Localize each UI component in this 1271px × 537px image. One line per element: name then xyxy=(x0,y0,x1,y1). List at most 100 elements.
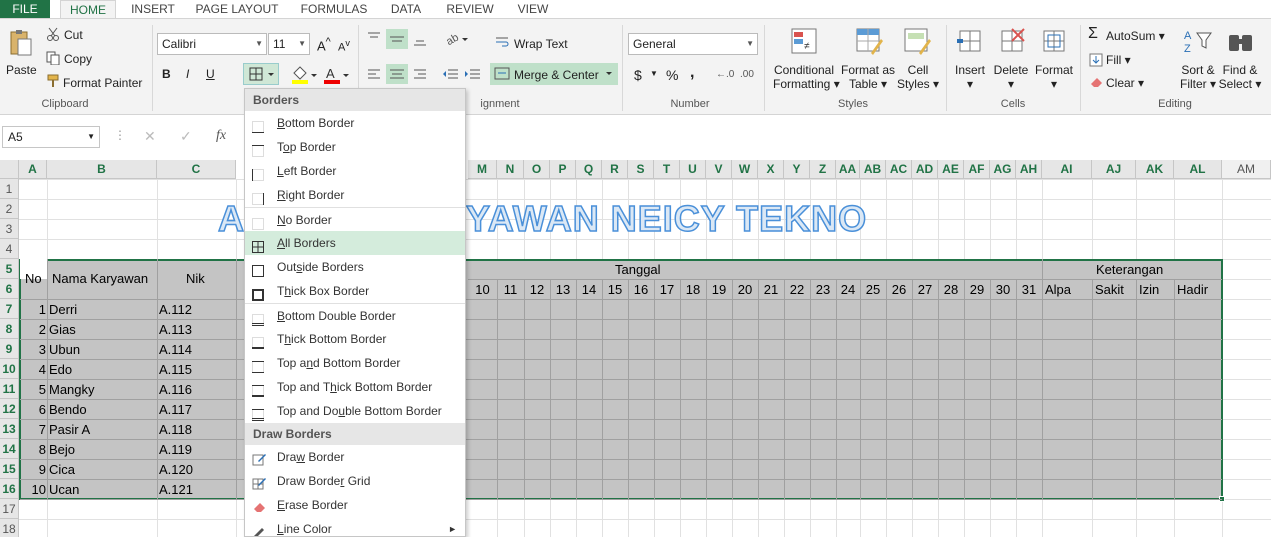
menu-item-outside-borders[interactable]: Outside Borders xyxy=(245,255,465,279)
menu-item-all-borders[interactable]: All Borders xyxy=(245,231,465,255)
copy-button[interactable]: Copy xyxy=(64,52,92,66)
menu-item-label: Draw Border xyxy=(277,450,345,464)
employee-no: 5 xyxy=(38,382,46,397)
cut-button[interactable]: Cut xyxy=(64,28,83,42)
tab-formulas[interactable]: FORMULAS xyxy=(294,0,374,18)
tab-page-layout[interactable]: PAGE LAYOUT xyxy=(190,0,284,18)
wrap-text-button[interactable]: Wrap Text xyxy=(514,37,568,51)
number-format-select[interactable]: General ▼ xyxy=(628,33,758,55)
conditional-formatting-button[interactable]: Conditional Formatting ▾ xyxy=(773,63,840,91)
tab-home[interactable]: HOME xyxy=(60,0,116,19)
underline-button[interactable]: U xyxy=(206,67,215,81)
increase-decimal-icon[interactable]: ←.0 xyxy=(716,69,734,80)
tab-review[interactable]: REVIEW xyxy=(440,0,500,18)
draw-border-icon xyxy=(252,450,266,466)
keterangan-header: Izin xyxy=(1139,282,1160,297)
orientation-icon[interactable]: ab xyxy=(444,31,470,50)
formula-bar-options-icon: ⋮ xyxy=(114,128,126,142)
draw-border-grid-icon xyxy=(252,474,266,490)
currency-button[interactable]: $ xyxy=(634,67,642,83)
comma-button[interactable]: , xyxy=(690,64,694,82)
format-as-table-button[interactable]: Format as Table ▾ xyxy=(840,63,896,91)
sort-filter-button[interactable]: Sort & Filter ▾ xyxy=(1178,63,1218,91)
bottom-align-icon[interactable] xyxy=(412,31,428,50)
increase-indent-icon[interactable] xyxy=(464,67,482,84)
decrease-indent-icon[interactable] xyxy=(442,67,460,84)
menu-item-label: Top and Bottom Border xyxy=(277,356,401,370)
align-left-icon[interactable] xyxy=(366,67,382,84)
align-right-icon[interactable] xyxy=(412,67,428,84)
employee-no: 9 xyxy=(38,462,46,477)
font-name-select[interactable]: Calibri ▼ xyxy=(157,33,267,55)
menu-item-thick-bottom-border[interactable]: Thick Bottom Border xyxy=(245,327,465,351)
cancel-icon[interactable]: ✕ xyxy=(144,128,156,145)
align-center-icon[interactable] xyxy=(386,64,408,84)
bold-button[interactable]: B xyxy=(162,67,171,81)
clipboard-group-label: Clipboard xyxy=(41,98,89,110)
menu-item-label: Outside Borders xyxy=(277,260,364,274)
svg-text:ab: ab xyxy=(444,32,461,47)
menu-item-no-border[interactable]: No Border xyxy=(245,207,465,231)
insert-function-button[interactable]: fx xyxy=(216,128,226,144)
top-align-icon[interactable] xyxy=(366,31,382,48)
menu-item-top-and-double-bottom-border[interactable]: Top and Double Bottom Border xyxy=(245,399,465,423)
decrease-decimal-icon[interactable]: .00 xyxy=(740,69,754,80)
tab-view[interactable]: VIEW xyxy=(510,0,556,18)
font-size-select[interactable]: 11 ▼ xyxy=(268,33,310,55)
italic-button[interactable]: I xyxy=(186,67,189,81)
font-color-icon[interactable]: A xyxy=(322,65,350,88)
employee-nama: Derri xyxy=(49,302,78,317)
header-tanggal: Tanggal xyxy=(615,262,661,277)
menu-item-draw-border[interactable]: Draw Border xyxy=(245,445,465,469)
cells-group-label: Cells xyxy=(1000,98,1026,110)
paste-icon[interactable] xyxy=(8,29,32,57)
menu-item-top-and-bottom-border[interactable]: Top and Bottom Border xyxy=(245,351,465,375)
editing-group-label: Editing xyxy=(1158,98,1192,110)
day-header: 17 xyxy=(659,282,675,297)
number-group-label: Number xyxy=(670,98,710,110)
name-box[interactable]: A5 ▼ xyxy=(2,126,100,148)
menu-item-line-color[interactable]: Line Color ► xyxy=(245,517,465,536)
insert-cells-button[interactable]: Insert ▾ xyxy=(953,63,987,91)
tab-insert[interactable]: INSERT xyxy=(124,0,182,18)
borders-menu-header: Borders xyxy=(245,89,465,111)
menu-item-right-border[interactable]: Right Border xyxy=(245,183,465,207)
menu-item-left-border[interactable]: Left Border xyxy=(245,159,465,183)
svg-text:A: A xyxy=(1184,30,1192,42)
borders-dropdown-button[interactable] xyxy=(243,63,279,85)
increase-font-icon[interactable]: A^ xyxy=(317,36,331,53)
worksheet-grid[interactable]: A B C M N O P Q R S T U V W X Y Z AA AB AC AD AE AF AG AH AI AJ AK A… xyxy=(0,160,1271,537)
header-keterangan: Keterangan xyxy=(1096,262,1164,277)
format-painter-button[interactable]: Format Painter xyxy=(63,76,142,90)
tab-file[interactable]: FILE xyxy=(0,0,50,18)
enter-icon[interactable]: ✓ xyxy=(180,128,192,145)
tab-data[interactable]: DATA xyxy=(384,0,428,18)
currency-dropdown-icon[interactable]: ▼ xyxy=(650,69,658,78)
percent-button[interactable]: % xyxy=(666,67,678,83)
fill-button[interactable]: Fill ▾ xyxy=(1106,53,1131,67)
menu-item-label: Bottom Double Border xyxy=(277,309,396,323)
delete-cells-button[interactable]: Delete ▾ xyxy=(993,63,1029,91)
menu-item-draw-border-grid[interactable]: Draw Border Grid xyxy=(245,469,465,493)
menu-item-erase-border[interactable]: Erase Border xyxy=(245,493,465,517)
menu-item-bottom-border[interactable]: Bottom Border xyxy=(245,111,465,135)
find-select-button[interactable]: Find & Select ▾ xyxy=(1218,63,1262,91)
employee-nama: Pasir A xyxy=(49,422,91,437)
thick-bottom-border-icon xyxy=(252,333,264,349)
fill-color-icon[interactable] xyxy=(290,65,318,88)
menu-item-bottom-double-border[interactable]: Bottom Double Border xyxy=(245,303,465,327)
clear-button[interactable]: Clear ▾ xyxy=(1106,76,1144,90)
decrease-font-icon[interactable]: Av xyxy=(338,38,350,54)
menu-item-thick-box-border[interactable]: Thick Box Border xyxy=(245,279,465,303)
menu-item-top-and-thick-bottom-border[interactable]: Top and Thick Bottom Border xyxy=(245,375,465,399)
top-and-bottom-border-icon xyxy=(252,357,264,373)
top-and-double-bottom-border-icon xyxy=(252,405,264,421)
autosum-button[interactable]: AutoSum ▾ xyxy=(1106,29,1165,43)
bottom-border-icon xyxy=(252,117,264,133)
line-color-icon xyxy=(252,522,266,536)
middle-align-icon[interactable] xyxy=(386,29,408,49)
paste-button[interactable]: Paste xyxy=(6,63,37,77)
cell-styles-button[interactable]: Cell Styles ▾ xyxy=(896,63,940,91)
format-cells-button[interactable]: Format ▾ xyxy=(1034,63,1074,91)
menu-item-top-border[interactable]: Top Border xyxy=(245,135,465,159)
